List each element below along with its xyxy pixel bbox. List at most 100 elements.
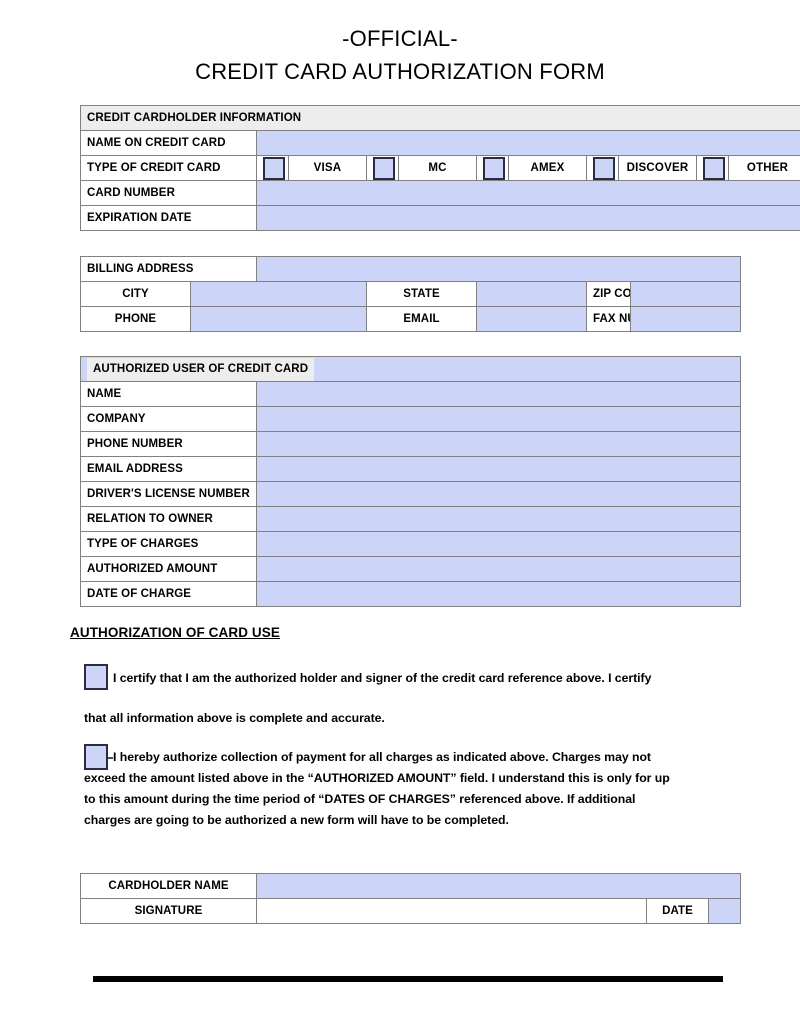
- city-input[interactable]: [190, 281, 367, 307]
- authorized-user-email-label: EMAIL ADDRESS: [80, 456, 257, 482]
- card-type-visa-label: VISA: [288, 155, 367, 181]
- table-row: NAME: [80, 381, 741, 407]
- cardholder-section-header: CREDIT CARDHOLDER INFORMATION: [79, 105, 800, 131]
- form-title-block: -OFFICIAL- CREDIT CARD AUTHORIZATION FOR…: [0, 0, 800, 88]
- email-label: EMAIL: [366, 306, 477, 332]
- certification-checkbox[interactable]: [84, 664, 108, 690]
- table-row: COMPANY: [80, 406, 741, 432]
- date-label: DATE: [646, 898, 709, 924]
- authorized-user-name-input[interactable]: [256, 381, 741, 407]
- drivers-license-label: DRIVER'S LICENSE NUMBER: [80, 481, 257, 507]
- date-of-charge-label: DATE OF CHARGE: [80, 581, 257, 607]
- cardholder-information-table: CREDIT CARDHOLDER INFORMATION NAME ON CR…: [79, 105, 800, 231]
- table-row: BILLING ADDRESS: [80, 256, 742, 282]
- drivers-license-input[interactable]: [256, 481, 741, 507]
- card-type-mc-checkbox[interactable]: [366, 155, 399, 181]
- type-of-card-label: TYPE OF CREDIT CARD: [80, 155, 257, 181]
- table-row: AUTHORIZED AMOUNT: [80, 556, 741, 582]
- authorized-user-section-header: AUTHORIZED USER OF CREDIT CARD: [80, 356, 741, 382]
- card-type-mc-label: MC: [398, 155, 477, 181]
- table-row: AUTHORIZED USER OF CREDIT CARD: [80, 356, 741, 382]
- card-type-other-label: OTHER: [727, 155, 800, 181]
- table-row: CITY STATE ZIP CODE: [80, 281, 742, 307]
- table-row: CREDIT CARDHOLDER INFORMATION: [79, 105, 800, 131]
- billing-address-label: BILLING ADDRESS: [80, 256, 257, 282]
- page-title-official: -OFFICIAL-: [342, 26, 458, 51]
- relation-to-owner-label: RELATION TO OWNER: [80, 506, 257, 532]
- authorization-of-card-use-heading: AUTHORIZATION OF CARD USE: [70, 625, 280, 640]
- authorized-amount-label: AUTHORIZED AMOUNT: [80, 556, 257, 582]
- relation-to-owner-input[interactable]: [256, 506, 741, 532]
- card-number-label: CARD NUMBER: [80, 180, 257, 206]
- authorize-collection-line4: charges are going to be authorized a new…: [84, 813, 509, 827]
- checkbox-icon[interactable]: [263, 156, 285, 180]
- checkbox-icon[interactable]: [703, 156, 725, 180]
- authorized-user-table: AUTHORIZED USER OF CREDIT CARD NAME COMP…: [80, 356, 741, 607]
- date-of-charge-input[interactable]: [256, 581, 741, 607]
- state-label: STATE: [366, 281, 477, 307]
- table-row: RELATION TO OWNER: [80, 506, 741, 532]
- table-row: CARDHOLDER NAME: [80, 873, 742, 899]
- table-row: EMAIL ADDRESS: [80, 456, 741, 482]
- checkbox-icon[interactable]: [373, 156, 395, 180]
- type-of-charges-label: TYPE OF CHARGES: [80, 531, 257, 557]
- table-row: TYPE OF CREDIT CARD VISA MC AMEX DISCOVE…: [80, 155, 800, 181]
- fax-number-label: FAX NUMBER: [586, 306, 631, 332]
- table-row: PHONE EMAIL FAX NUMBER: [80, 306, 742, 332]
- checkbox-icon[interactable]: [593, 156, 615, 180]
- authorized-user-name-label: NAME: [80, 381, 257, 407]
- authorized-user-company-input[interactable]: [256, 406, 741, 432]
- cardholder-name-input[interactable]: [255, 873, 742, 899]
- page-title: CREDIT CARD AUTHORIZATION FORM: [195, 59, 605, 84]
- table-row: NAME ON CREDIT CARD: [80, 130, 800, 156]
- authorized-user-phone-label: PHONE NUMBER: [80, 431, 257, 457]
- expiration-date-input[interactable]: [255, 205, 800, 231]
- authorized-user-section-header-text: AUTHORIZED USER OF CREDIT CARD: [87, 357, 315, 381]
- table-row: TYPE OF CHARGES: [80, 531, 741, 557]
- signature-table: CARDHOLDER NAME SIGNATURE DATE: [80, 873, 742, 924]
- card-type-discover-checkbox[interactable]: [586, 155, 619, 181]
- signature-label: SIGNATURE: [80, 898, 257, 924]
- card-type-visa-checkbox[interactable]: [256, 155, 289, 181]
- card-type-amex-label: AMEX: [508, 155, 587, 181]
- card-type-discover-label: DISCOVER: [618, 155, 697, 181]
- billing-address-input[interactable]: [255, 256, 742, 282]
- authorize-collection-line3: to this amount during the time period of…: [84, 792, 636, 806]
- phone-label: PHONE: [80, 306, 191, 332]
- table-row: DATE OF CHARGE: [80, 581, 741, 607]
- email-input[interactable]: [476, 306, 587, 332]
- bottom-divider: [93, 976, 723, 982]
- city-label: CITY: [80, 281, 191, 307]
- state-input[interactable]: [476, 281, 587, 307]
- authorized-amount-input[interactable]: [256, 556, 741, 582]
- card-type-amex-checkbox[interactable]: [476, 155, 509, 181]
- checkbox-icon[interactable]: [483, 156, 505, 180]
- table-row: CARD NUMBER: [80, 180, 800, 206]
- date-input[interactable]: [707, 898, 742, 924]
- authorize-collection-checkbox[interactable]: [84, 744, 108, 770]
- certification-clause-line1: I certify that I am the authorized holde…: [113, 671, 652, 685]
- table-row: EXPIRATION DATE: [80, 205, 800, 231]
- certification-clause-line2: that all information above is complete a…: [84, 711, 385, 725]
- cardholder-name-label: CARDHOLDER NAME: [80, 873, 257, 899]
- card-type-other-checkbox[interactable]: [696, 155, 729, 181]
- table-row: PHONE NUMBER: [80, 431, 741, 457]
- authorized-user-email-input[interactable]: [256, 456, 741, 482]
- type-of-charges-input[interactable]: [256, 531, 741, 557]
- table-row: SIGNATURE DATE: [80, 898, 742, 924]
- name-on-card-input[interactable]: [255, 130, 800, 156]
- fax-number-input[interactable]: [629, 306, 742, 332]
- signature-input[interactable]: [256, 898, 647, 924]
- billing-address-table: BILLING ADDRESS CITY STATE ZIP CODE PHON…: [80, 256, 742, 332]
- form-page: -OFFICIAL- CREDIT CARD AUTHORIZATION FOR…: [0, 0, 800, 1024]
- table-row: DRIVER'S LICENSE NUMBER: [80, 481, 741, 507]
- authorize-collection-line2: exceed the amount listed above in the “A…: [84, 771, 670, 785]
- authorized-user-company-label: COMPANY: [80, 406, 257, 432]
- authorized-user-phone-input[interactable]: [256, 431, 741, 457]
- zip-code-input[interactable]: [629, 281, 742, 307]
- card-number-input[interactable]: [255, 180, 800, 206]
- expiration-date-label: EXPIRATION DATE: [80, 205, 257, 231]
- phone-input[interactable]: [190, 306, 367, 332]
- name-on-card-label: NAME ON CREDIT CARD: [80, 130, 257, 156]
- authorize-collection-line1: I hereby authorize collection of payment…: [113, 750, 651, 764]
